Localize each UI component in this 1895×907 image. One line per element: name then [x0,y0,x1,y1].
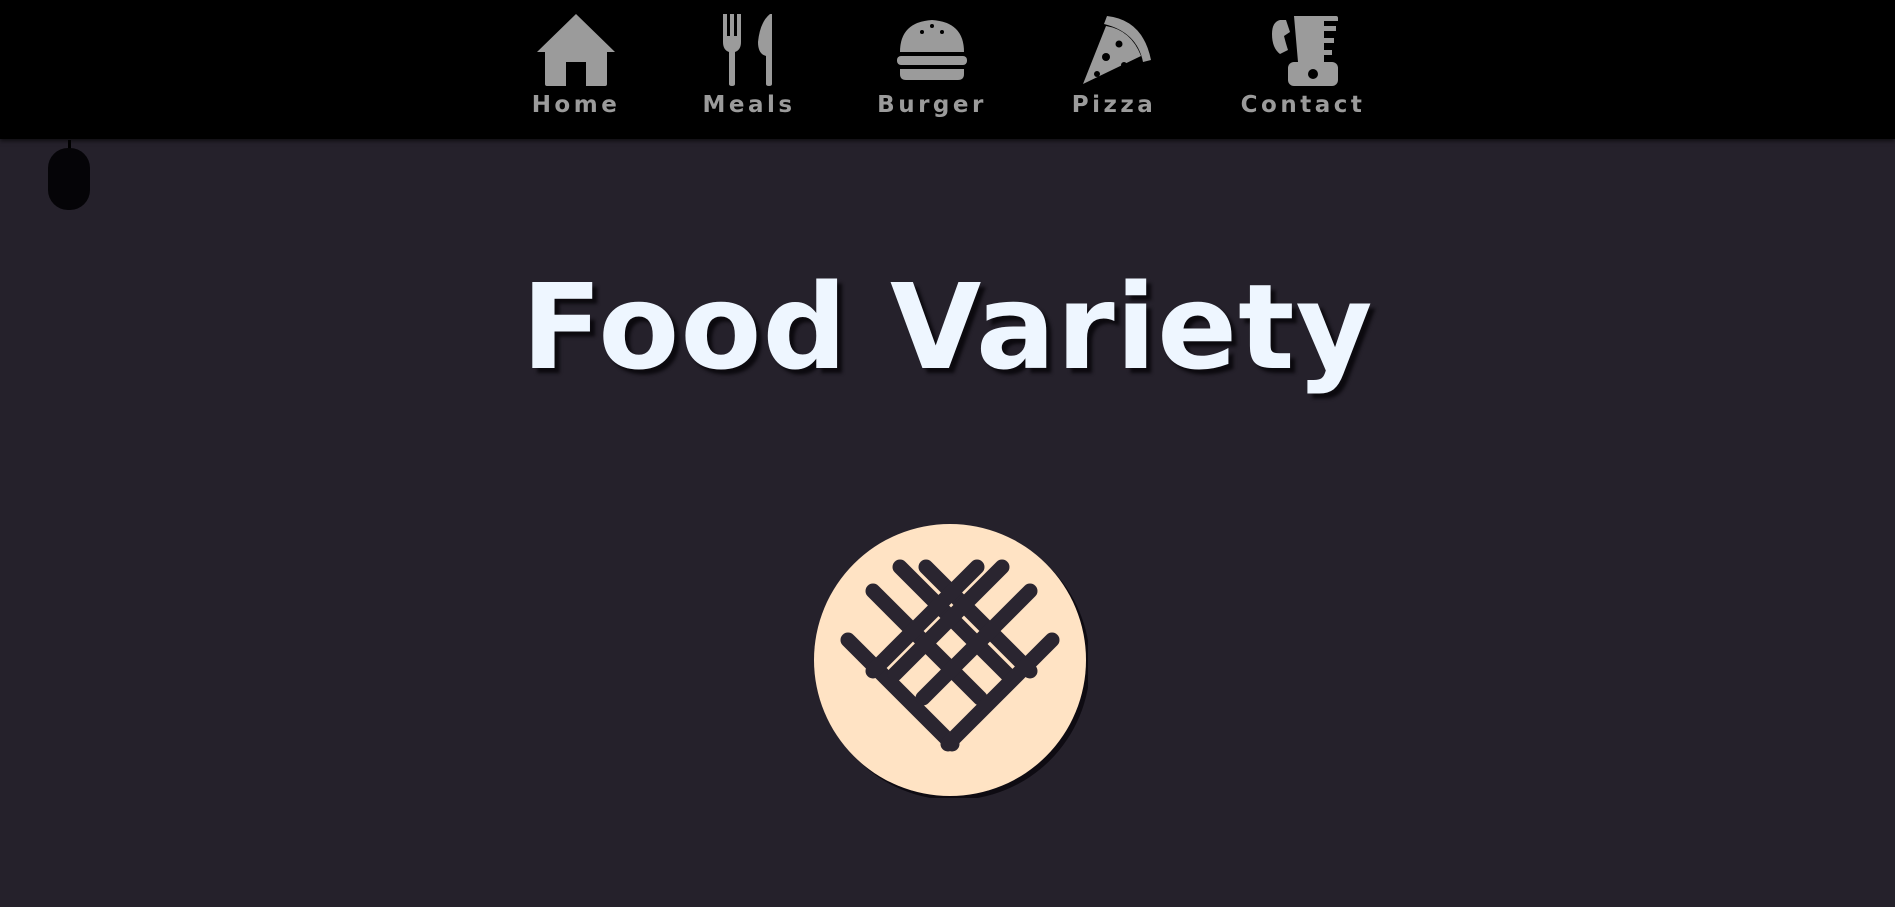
page-title: Food Variety [521,258,1374,396]
burger-icon [887,12,977,88]
nav-item-pizza-label: Pizza [1071,92,1157,118]
nav-item-contact-label: Contact [1240,92,1366,118]
nav-item-pizza[interactable]: Pizza [1068,0,1160,139]
fork-knife-icon [704,12,794,88]
nav-item-meals-label: Meals [702,92,796,118]
nav-item-burger-label: Burger [877,92,987,118]
mouse-icon [48,140,92,210]
waffle-lattice-icon [812,522,1088,798]
nav-item-meals[interactable]: Meals [702,0,796,139]
nav-item-home[interactable]: Home [530,0,622,139]
home-icon [531,12,621,88]
phone-fax-icon [1258,12,1348,88]
nav-item-home-label: Home [531,92,621,118]
pizza-slice-icon [1069,12,1159,88]
nav-item-burger[interactable]: Burger [876,0,988,139]
top-navigation-bar: Home Meals Burger Pizza Contact [0,0,1895,139]
nav-item-contact[interactable]: Contact [1238,0,1368,139]
